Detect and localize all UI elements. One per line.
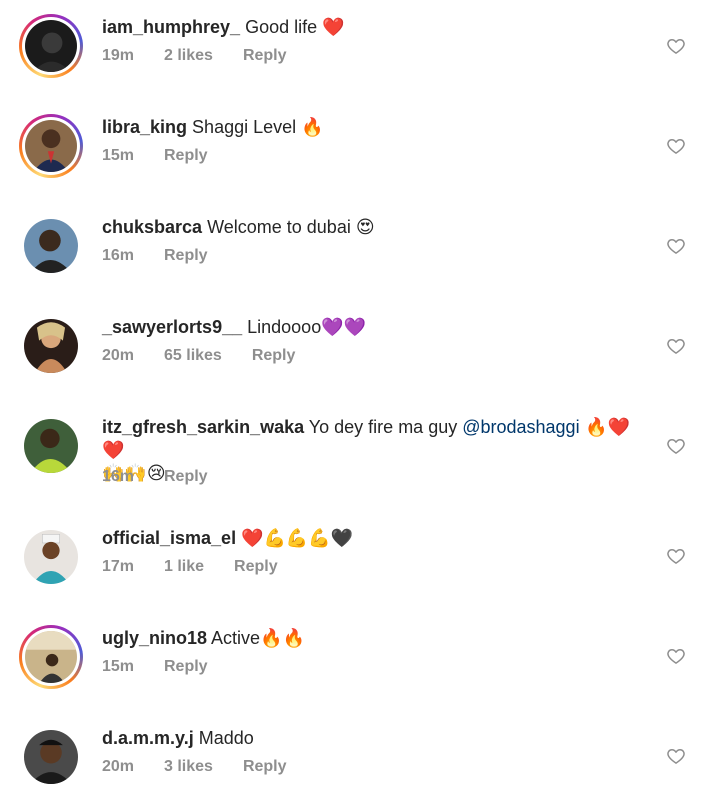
comment-username[interactable]: _sawyerlorts9__: [102, 317, 242, 337]
comment-text: Lindoooo: [247, 317, 322, 337]
comment-username[interactable]: chuksbarca: [102, 217, 202, 237]
reply-button[interactable]: Reply: [243, 47, 287, 65]
reply-button[interactable]: Reply: [164, 468, 208, 486]
comment-emoji: 💜💜: [321, 317, 367, 338]
comment-text: Yo dey fire ma guy: [308, 417, 463, 437]
comment-meta: 15m Reply: [102, 658, 208, 676]
comment-time: 20m: [102, 758, 135, 775]
comment-emoji: ❤️💪💪💪🖤: [241, 528, 354, 549]
comment-username[interactable]: iam_humphrey_: [102, 17, 240, 37]
comment-text-line: chuksbarca Welcome to dubai 😍: [102, 216, 640, 239]
heart-outline-icon[interactable]: [666, 336, 686, 356]
avatar: [25, 631, 77, 683]
comment-username[interactable]: d.a.m.m.y.j: [102, 728, 194, 748]
comment-likes[interactable]: 1 like: [164, 558, 204, 576]
comment-meta: 16m Reply: [102, 468, 208, 486]
avatar-wrapper[interactable]: [19, 314, 83, 378]
comment-time: 20m: [102, 347, 135, 364]
comment-likes[interactable]: 3 likes: [164, 758, 213, 776]
comment-meta: 15m Reply: [102, 147, 208, 165]
comment-text-line: d.a.m.m.y.j Maddo: [102, 727, 640, 750]
reply-button[interactable]: Reply: [243, 758, 287, 776]
avatar-wrapper[interactable]: [19, 214, 83, 278]
avatar: [25, 120, 77, 172]
comment-emoji: 🔥🔥: [260, 628, 305, 649]
comment-time: 15m: [102, 658, 135, 675]
comment-text-line: ugly_nino18 Active🔥🔥: [102, 627, 640, 650]
comment-time: 16m: [102, 247, 135, 264]
comment-likes[interactable]: 2 likes: [164, 47, 213, 65]
comment-text: Welcome to dubai: [207, 217, 356, 237]
reply-button[interactable]: Reply: [164, 247, 208, 265]
comment-meta: 19m 2 likes Reply: [102, 47, 287, 65]
avatar-wrapper[interactable]: [19, 725, 83, 789]
heart-outline-icon[interactable]: [666, 36, 686, 56]
avatar: [24, 730, 78, 784]
avatar: [24, 530, 78, 584]
avatar: [24, 419, 78, 473]
heart-outline-icon[interactable]: [666, 746, 686, 766]
comment-text: Shaggi Level: [192, 117, 302, 137]
comment-emoji: 😍: [355, 217, 375, 238]
comment-text-line: libra_king Shaggi Level 🔥: [102, 116, 640, 139]
comment-time: 17m: [102, 558, 135, 575]
heart-outline-icon[interactable]: [666, 236, 686, 256]
avatar-wrapper[interactable]: [19, 414, 83, 478]
avatar-story-ring[interactable]: [19, 625, 83, 689]
comment-username[interactable]: ugly_nino18: [102, 628, 207, 648]
comment-emoji: 🔥: [301, 117, 324, 138]
avatar-wrapper[interactable]: [19, 525, 83, 589]
comment-username[interactable]: itz_gfresh_sarkin_waka: [102, 417, 304, 437]
comment-username[interactable]: libra_king: [102, 117, 187, 137]
reply-button[interactable]: Reply: [234, 558, 278, 576]
comment-meta: 20m 65 likes Reply: [102, 347, 295, 365]
heart-outline-icon[interactable]: [666, 546, 686, 566]
comment-mention-link[interactable]: @brodashaggi: [462, 417, 579, 437]
comment-time: 19m: [102, 47, 135, 64]
reply-button[interactable]: Reply: [164, 147, 208, 165]
comment-text-line: official_isma_el ❤️💪💪💪🖤: [102, 527, 640, 550]
comment-text: Good life: [245, 17, 323, 37]
comment-text-line: _sawyerlorts9__ Lindoooo💜💜: [102, 316, 640, 339]
avatar: [24, 319, 78, 373]
heart-outline-icon[interactable]: [666, 136, 686, 156]
avatar: [25, 20, 77, 72]
reply-button[interactable]: Reply: [252, 347, 296, 365]
comment-emoji: ❤️: [322, 17, 345, 38]
comment-meta: 17m 1 like Reply: [102, 558, 278, 576]
comment-text: Maddo: [198, 728, 254, 748]
comment-likes[interactable]: 65 likes: [164, 347, 222, 365]
avatar: [24, 219, 78, 273]
heart-outline-icon[interactable]: [666, 436, 686, 456]
comment-text-line: iam_humphrey_ Good life ❤️: [102, 16, 640, 39]
comment-meta: 20m 3 likes Reply: [102, 758, 287, 776]
heart-outline-icon[interactable]: [666, 646, 686, 666]
comment-time: 15m: [102, 147, 135, 164]
comment-text: Active: [211, 628, 261, 648]
comment-time: 16m: [102, 468, 135, 485]
comment-username[interactable]: official_isma_el: [102, 528, 236, 548]
avatar-story-ring[interactable]: [19, 114, 83, 178]
reply-button[interactable]: Reply: [164, 658, 208, 676]
comment-meta: 16m Reply: [102, 247, 208, 265]
avatar-story-ring[interactable]: [19, 14, 83, 78]
